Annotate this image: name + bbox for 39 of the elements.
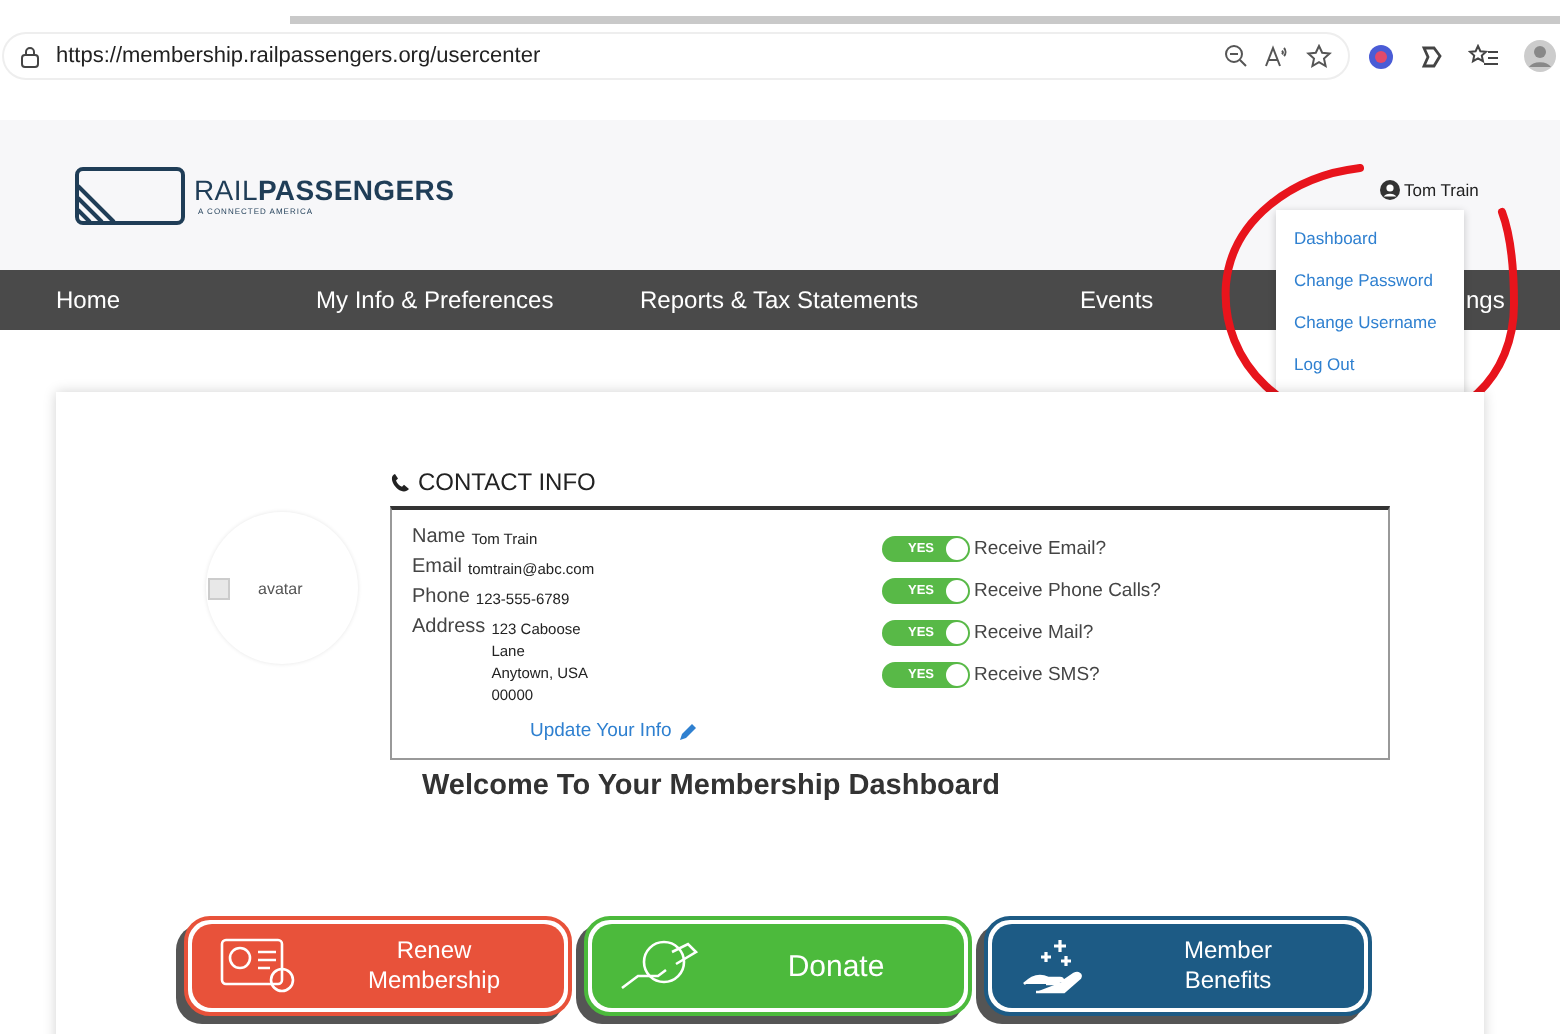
hand-sparkles-icon <box>1020 936 1084 996</box>
user-icon <box>1380 180 1400 200</box>
preference-label: Receive Email? <box>974 538 1106 560</box>
copilot-icon[interactable] <box>1418 43 1444 69</box>
update-info-link[interactable]: Update Your Info <box>530 720 698 742</box>
id-card-icon <box>220 938 296 994</box>
menu-item[interactable]: Change Password <box>1276 260 1464 302</box>
logo-text: RAILPASSENGERS <box>194 174 455 206</box>
profile-icon[interactable] <box>1524 40 1556 72</box>
lock-icon <box>20 45 40 67</box>
read-aloud-icon[interactable] <box>1264 44 1290 68</box>
menu-item[interactable]: Dashboard <box>1276 218 1464 260</box>
star-icon[interactable] <box>1306 44 1332 68</box>
field-label: Address <box>412 616 486 638</box>
field-label: Phone <box>412 586 470 608</box>
welcome-heading: Welcome To Your Membership Dashboard <box>422 770 1002 802</box>
field-label: Name <box>412 526 466 548</box>
url-text[interactable]: https://membership.railpassengers.org/usercenter <box>56 44 1208 68</box>
preference-label: Receive Phone Calls? <box>974 580 1161 602</box>
nav-link[interactable]: ngs <box>1466 286 1505 314</box>
logo-icon <box>74 165 186 225</box>
nav-link[interactable]: My Info & Preferences <box>316 286 554 314</box>
section-title: CONTACT INFO <box>418 468 596 496</box>
preference-label: Receive SMS? <box>974 664 1100 686</box>
menu-item[interactable]: Change Username <box>1276 302 1464 344</box>
field-label: Email <box>412 556 463 578</box>
avatar-alt-text: avatar <box>258 579 303 597</box>
nav-link[interactable]: Reports & Tax Statements <box>640 286 919 314</box>
nav-link[interactable]: Home <box>56 286 121 314</box>
preference-label: Receive Mail? <box>974 622 1094 644</box>
broken-image-icon <box>208 577 230 599</box>
favorites-icon[interactable] <box>1468 43 1500 69</box>
zoom-out-icon[interactable] <box>1224 44 1248 68</box>
extension-icon[interactable] <box>1368 43 1394 69</box>
nav-link[interactable]: Events <box>1080 286 1154 314</box>
menu-item[interactable]: Log Out <box>1276 344 1464 386</box>
pencil-icon <box>677 721 698 741</box>
user-name[interactable]: Tom Train <box>1404 180 1479 200</box>
phone-icon <box>390 471 412 493</box>
